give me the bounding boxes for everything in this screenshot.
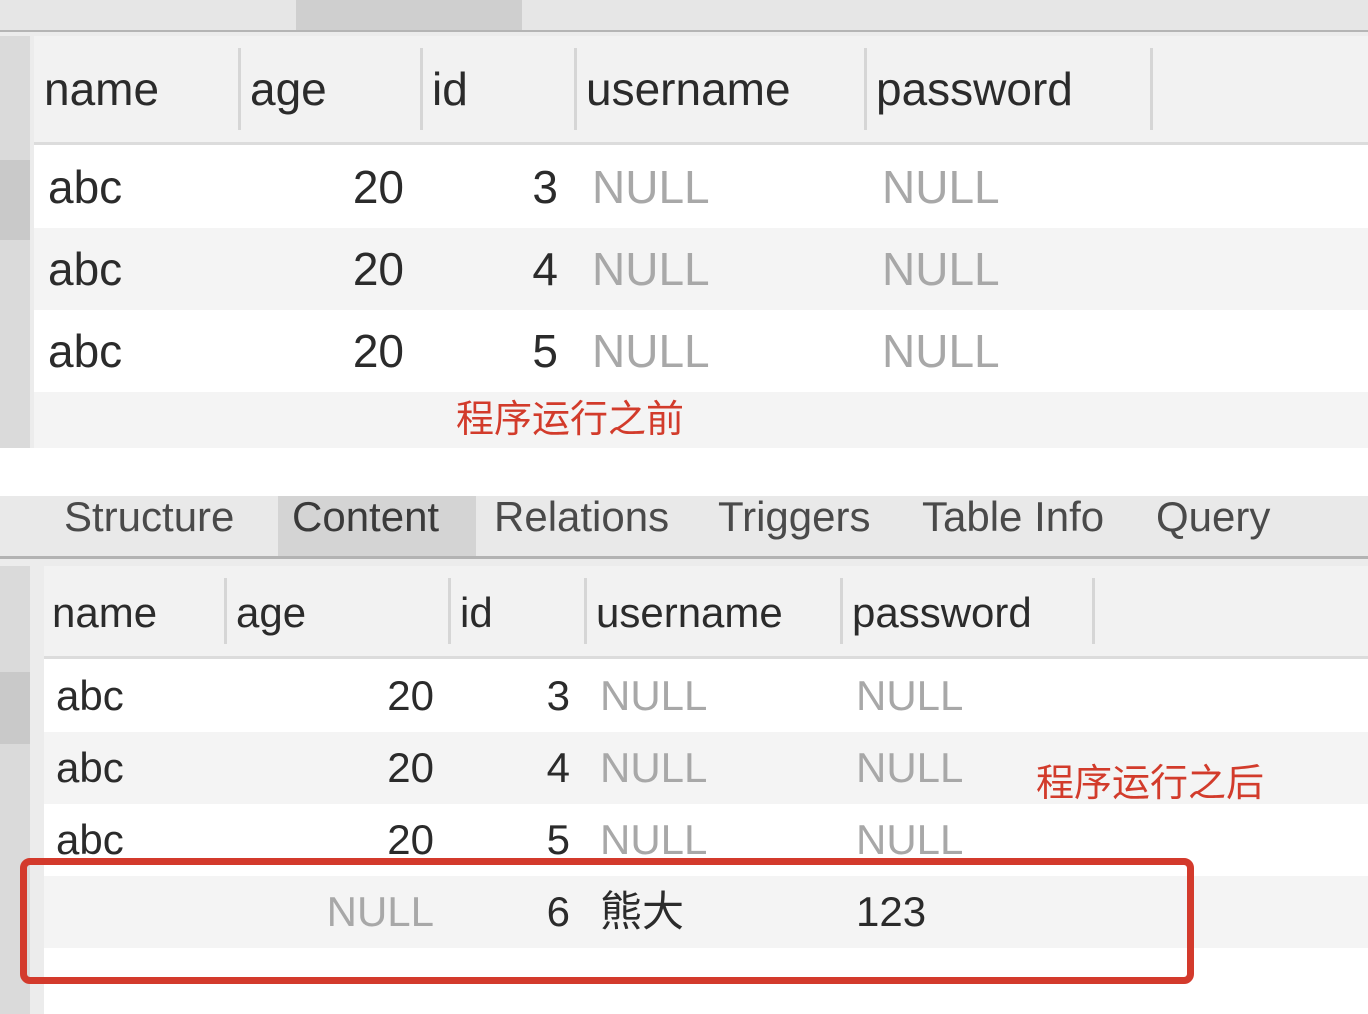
column-resizer[interactable] (1092, 578, 1095, 644)
cell-age[interactable]: 20 (250, 310, 404, 392)
column-header-age[interactable]: age (236, 566, 446, 656)
content-table-before: name age id username password abc 20 3 N… (34, 36, 1368, 448)
cell-password[interactable]: NULL (882, 310, 1152, 392)
column-header-name[interactable]: name (52, 566, 222, 656)
tab-query[interactable]: Query (1142, 496, 1312, 556)
column-header-username[interactable]: username (596, 566, 836, 656)
tab-table-info[interactable]: Table Info (908, 496, 1138, 556)
table-header: name age id username password (34, 36, 1368, 145)
column-resizer[interactable] (574, 48, 577, 130)
cell-name[interactable]: abc (48, 310, 248, 392)
column-header-password[interactable]: password (852, 566, 1092, 656)
column-resizer[interactable] (448, 578, 451, 644)
cell-id[interactable]: 4 (432, 228, 558, 310)
column-resizer[interactable] (238, 48, 241, 130)
table-row[interactable]: abc 20 3 NULL NULL (44, 660, 1368, 732)
cell-password[interactable]: NULL (882, 228, 1152, 310)
table-row[interactable]: abc 20 3 NULL NULL (34, 146, 1368, 228)
column-resizer[interactable] (584, 578, 587, 644)
table-row[interactable]: abc 20 4 NULL NULL (34, 228, 1368, 310)
before-panel: name age id username password abc 20 3 N… (0, 0, 1368, 448)
cell-username[interactable]: NULL (592, 310, 862, 392)
new-row-highlight (20, 858, 1194, 984)
cell-id[interactable]: 3 (432, 146, 558, 228)
before-annotation: 程序运行之前 (456, 397, 685, 441)
column-resizer[interactable] (1150, 48, 1153, 130)
cell-username[interactable]: NULL (600, 732, 840, 804)
cell-age[interactable]: 20 (250, 228, 404, 310)
table-row[interactable]: abc 20 5 NULL NULL (34, 310, 1368, 392)
cell-name[interactable]: abc (56, 732, 226, 804)
cell-age[interactable]: 20 (236, 660, 434, 732)
tab-structure[interactable]: Structure (50, 496, 274, 556)
row-gutter (0, 36, 30, 448)
column-header-id[interactable]: id (460, 566, 584, 656)
column-resizer[interactable] (840, 578, 843, 644)
cell-id[interactable]: 5 (432, 310, 558, 392)
column-resizer[interactable] (224, 578, 227, 644)
column-header-username[interactable]: username (586, 36, 866, 142)
tab-relations[interactable]: Relations (480, 496, 698, 556)
row-gutter-selection (0, 160, 30, 240)
cell-name[interactable]: abc (48, 228, 248, 310)
after-annotation: 程序运行之后 (1036, 761, 1265, 805)
tab-bar: Structure Content Relations Triggers Tab… (0, 496, 1368, 559)
column-header-age[interactable]: age (250, 36, 420, 142)
cell-id[interactable]: 3 (460, 660, 570, 732)
cell-age[interactable]: 20 (236, 732, 434, 804)
active-tab-fragment (296, 0, 522, 30)
toolbar-fragment (0, 0, 1368, 32)
cell-id[interactable]: 4 (460, 732, 570, 804)
column-header-password[interactable]: password (876, 36, 1146, 142)
column-resizer[interactable] (864, 48, 867, 130)
tab-triggers[interactable]: Triggers (704, 496, 902, 556)
cell-name[interactable]: abc (56, 660, 226, 732)
cell-password[interactable]: NULL (856, 660, 1096, 732)
cell-username[interactable]: NULL (592, 146, 862, 228)
empty-row (34, 392, 1368, 448)
cell-age[interactable]: 20 (250, 146, 404, 228)
row-gutter-selection (0, 672, 30, 744)
cell-username[interactable]: NULL (600, 660, 840, 732)
tab-content[interactable]: Content (278, 496, 476, 556)
column-header-name[interactable]: name (44, 36, 244, 142)
cell-name[interactable]: abc (48, 146, 248, 228)
cell-username[interactable]: NULL (592, 228, 862, 310)
cell-password[interactable]: NULL (882, 146, 1152, 228)
table-header: name age id username password (44, 566, 1368, 659)
column-header-id[interactable]: id (432, 36, 572, 142)
column-resizer[interactable] (420, 48, 423, 130)
